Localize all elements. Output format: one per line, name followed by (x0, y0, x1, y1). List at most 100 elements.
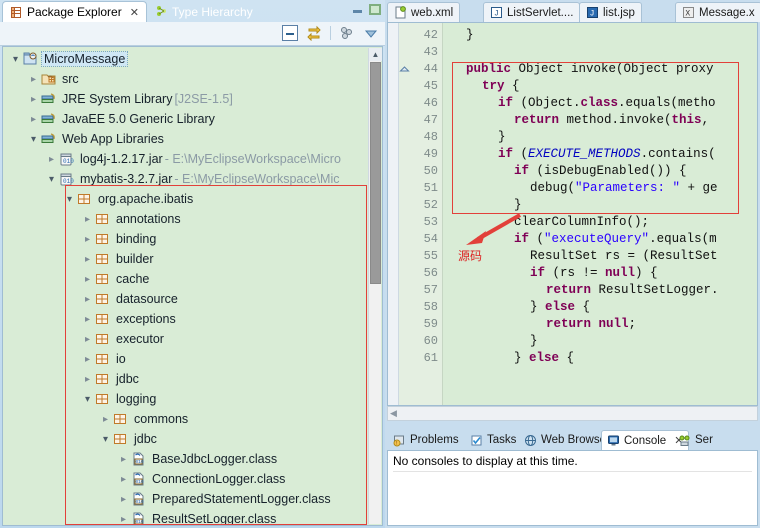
chevron-right-icon[interactable] (117, 474, 130, 485)
tree-item[interactable]: commons (3, 409, 368, 429)
svg-text:010: 010 (135, 519, 144, 525)
tree-vertical-scrollbar[interactable]: ▲ (368, 48, 382, 524)
chevron-right-icon[interactable] (81, 374, 94, 385)
editor-tab-listjsp[interactable]: Jlist.jsp (579, 2, 642, 22)
scrollbar-thumb[interactable] (370, 62, 381, 284)
code-line: if (EXECUTE_METHODS.contains( (498, 146, 716, 163)
editor-tab-listservlet[interactable]: J ListServlet.... (483, 2, 581, 22)
tree-item[interactable]: 010 PreparedStatementLogger.class (3, 489, 368, 509)
minimize-icon[interactable] (352, 4, 363, 15)
view-tab-bar: Package Explorer ✕ Type Hierarchy (0, 0, 385, 22)
svg-text:J: J (590, 10, 595, 19)
tree-item-label: exceptions (116, 312, 176, 326)
link-with-editor-icon[interactable] (306, 25, 322, 42)
chevron-right-icon[interactable] (81, 334, 94, 345)
project-tree[interactable]: MicroMessage src JRE System Library [J2SE-… (2, 46, 383, 526)
chevron-down-icon[interactable] (27, 134, 40, 145)
tree-item[interactable]: jdbc (3, 369, 368, 389)
tree-item[interactable]: src (3, 69, 368, 89)
chevron-right-icon[interactable] (117, 514, 130, 525)
tree-item[interactable]: 010 ResultSetLogger.class (3, 509, 368, 525)
tree-item[interactable]: 010 mybatis-3.2.7.jar - E:\MyEclipseWorks… (3, 169, 368, 189)
tab-label: Package Explorer (27, 5, 122, 19)
bottom-tab-label: Ser (695, 434, 713, 446)
code-line: return ResultSetLogger. (546, 282, 719, 299)
scroll-left-icon[interactable]: ◀ (390, 408, 397, 419)
line-number: 50 (423, 164, 438, 178)
class-file-icon: 010 (130, 491, 147, 507)
editor-tab-messagex[interactable]: X Message.x (675, 2, 760, 22)
tree-item[interactable]: 010 BaseJdbcLogger.class (3, 449, 368, 469)
chevron-right-icon[interactable] (81, 294, 94, 305)
editor-marker-bar[interactable] (388, 23, 399, 405)
code-token: Object invoke(Object proxy (518, 62, 714, 76)
editor-tab-label: web.xml (411, 6, 454, 19)
chevron-right-icon[interactable] (81, 354, 94, 365)
tree-item[interactable]: executor (3, 329, 368, 349)
chevron-right-icon[interactable] (45, 154, 58, 165)
tree-item[interactable]: datasource (3, 289, 368, 309)
tree-item[interactable]: MicroMessage (3, 49, 368, 69)
editor-tab-webxml[interactable]: web.xml (387, 2, 461, 22)
console-view: ! Problems Tasks Web Browser Console ✕ Ser No … (385, 428, 760, 528)
view-window-controls (352, 4, 381, 15)
tree-item-label: cache (116, 272, 150, 286)
maximize-icon[interactable] (369, 4, 381, 15)
chevron-down-icon[interactable] (9, 54, 22, 65)
tree-item[interactable]: annotations (3, 209, 368, 229)
chevron-right-icon[interactable] (27, 94, 40, 105)
chevron-right-icon[interactable] (81, 274, 94, 285)
chevron-down-icon[interactable] (63, 194, 76, 205)
chevron-right-icon[interactable] (81, 234, 94, 245)
chevron-down-icon[interactable] (45, 174, 58, 185)
collapse-all-icon[interactable] (282, 25, 298, 41)
tab-package-explorer[interactable]: Package Explorer ✕ (2, 1, 147, 22)
tree-item[interactable]: exceptions (3, 309, 368, 329)
chevron-right-icon[interactable] (27, 74, 40, 85)
chevron-right-icon[interactable] (27, 114, 40, 125)
tree-item[interactable]: io (3, 349, 368, 369)
tree-item[interactable]: JavaEE 5.0 Generic Library (3, 109, 368, 129)
bottom-tab-tasks[interactable]: Tasks (465, 430, 521, 450)
code-token: ) { (635, 266, 658, 280)
package-explorer-view: Package Explorer ✕ Type Hierarchy ▾ Micr… (0, 0, 385, 528)
bottom-tab-problems[interactable]: ! Problems (388, 430, 464, 450)
chevron-down-icon[interactable] (81, 394, 94, 405)
tree-item[interactable]: 010 log4j-1.2.17.jar - E:\MyEclipseWorksp… (3, 149, 368, 169)
line-number: 56 (423, 266, 438, 280)
class-file-icon: 010 (130, 471, 147, 487)
chevron-right-icon[interactable] (81, 314, 94, 325)
line-number: 59 (423, 317, 438, 331)
console-message: No consoles to display at this time. (393, 454, 752, 472)
tree-item[interactable]: cache (3, 269, 368, 289)
chevron-right-icon[interactable] (81, 254, 94, 265)
package-icon (112, 431, 129, 447)
chevron-right-icon[interactable] (117, 494, 130, 505)
chevron-right-icon[interactable] (81, 214, 94, 225)
tab-type-hierarchy[interactable]: Type Hierarchy (148, 1, 260, 22)
tree-item[interactable]: org.apache.ibatis (3, 189, 368, 209)
editor-line-numbers: 42 43 44 45 46 47 48 49 50 51 52 53 54 55 56 57 58 59 60 61 (399, 23, 443, 405)
view-dropdown-icon[interactable] (363, 25, 379, 41)
close-icon[interactable]: ✕ (130, 6, 139, 19)
tree-item[interactable]: logging (3, 389, 368, 409)
tree-item[interactable]: 010 ConnectionLogger.class (3, 469, 368, 489)
tree-item[interactable]: jdbc (3, 429, 368, 449)
fold-collapse-icon[interactable] (399, 64, 410, 75)
line-number: 61 (423, 351, 438, 365)
package-icon (112, 411, 129, 427)
tree-item[interactable]: JRE System Library [J2SE-1.5] (3, 89, 368, 109)
view-menu-icon[interactable] (339, 25, 355, 41)
editor-fold-bar[interactable] (399, 23, 413, 405)
chevron-right-icon[interactable] (117, 454, 130, 465)
code-editor[interactable]: 42 43 44 45 46 47 48 49 50 51 52 53 54 55 56 57 58 59 60 61… (387, 22, 758, 406)
bottom-tab-ser[interactable]: Ser (673, 430, 718, 450)
code-token: + ge (680, 181, 718, 195)
chevron-right-icon[interactable] (99, 414, 112, 425)
scroll-up-icon[interactable]: ▲ (369, 48, 382, 61)
tree-item[interactable]: Web App Libraries (3, 129, 368, 149)
chevron-down-icon[interactable] (99, 434, 112, 445)
tree-item[interactable]: binding (3, 229, 368, 249)
tree-item[interactable]: builder (3, 249, 368, 269)
editor-horizontal-scrollbar[interactable]: ◀ (387, 406, 758, 421)
